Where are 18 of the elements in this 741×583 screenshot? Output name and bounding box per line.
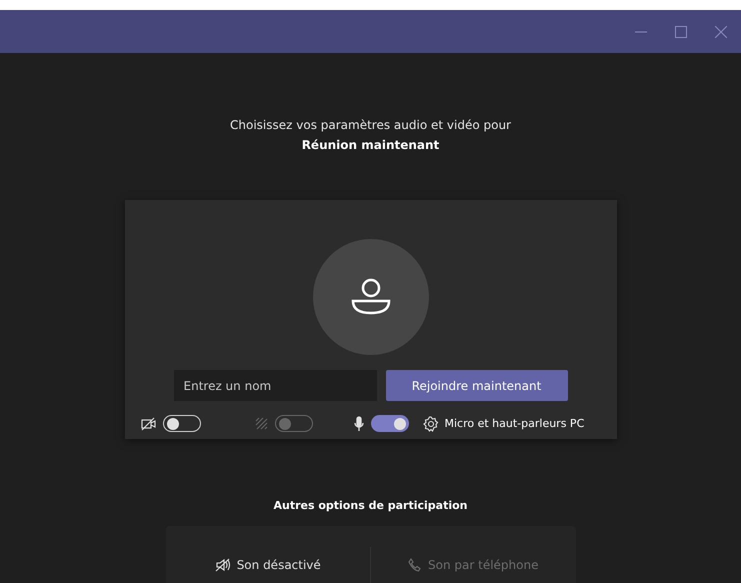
join-option-button[interactable]: Son désactivé xyxy=(166,547,370,583)
person-icon xyxy=(350,277,390,317)
minimize-icon xyxy=(635,30,647,32)
phone-icon xyxy=(408,558,422,572)
close-icon xyxy=(715,26,727,38)
device-label: Micro et haut-parleurs PC xyxy=(444,417,584,430)
section-title: Autres options de participation xyxy=(273,499,468,512)
microphone-icon xyxy=(352,416,364,432)
camera-off-icon xyxy=(140,416,156,430)
background-blur-icon xyxy=(254,416,268,430)
speaker-off-icon xyxy=(214,558,231,572)
meeting-title: Réunion maintenant xyxy=(302,138,440,152)
prompt-text: Choisissez vos paramètres audio et vidéo pour xyxy=(230,118,511,132)
maximize-icon xyxy=(675,26,687,38)
settings-icon[interactable] xyxy=(422,416,438,432)
join-button[interactable]: Rejoindre maintenant xyxy=(386,370,568,401)
toggle-switch[interactable] xyxy=(370,415,408,432)
name-field[interactable]: Entrez un nom xyxy=(174,370,376,401)
